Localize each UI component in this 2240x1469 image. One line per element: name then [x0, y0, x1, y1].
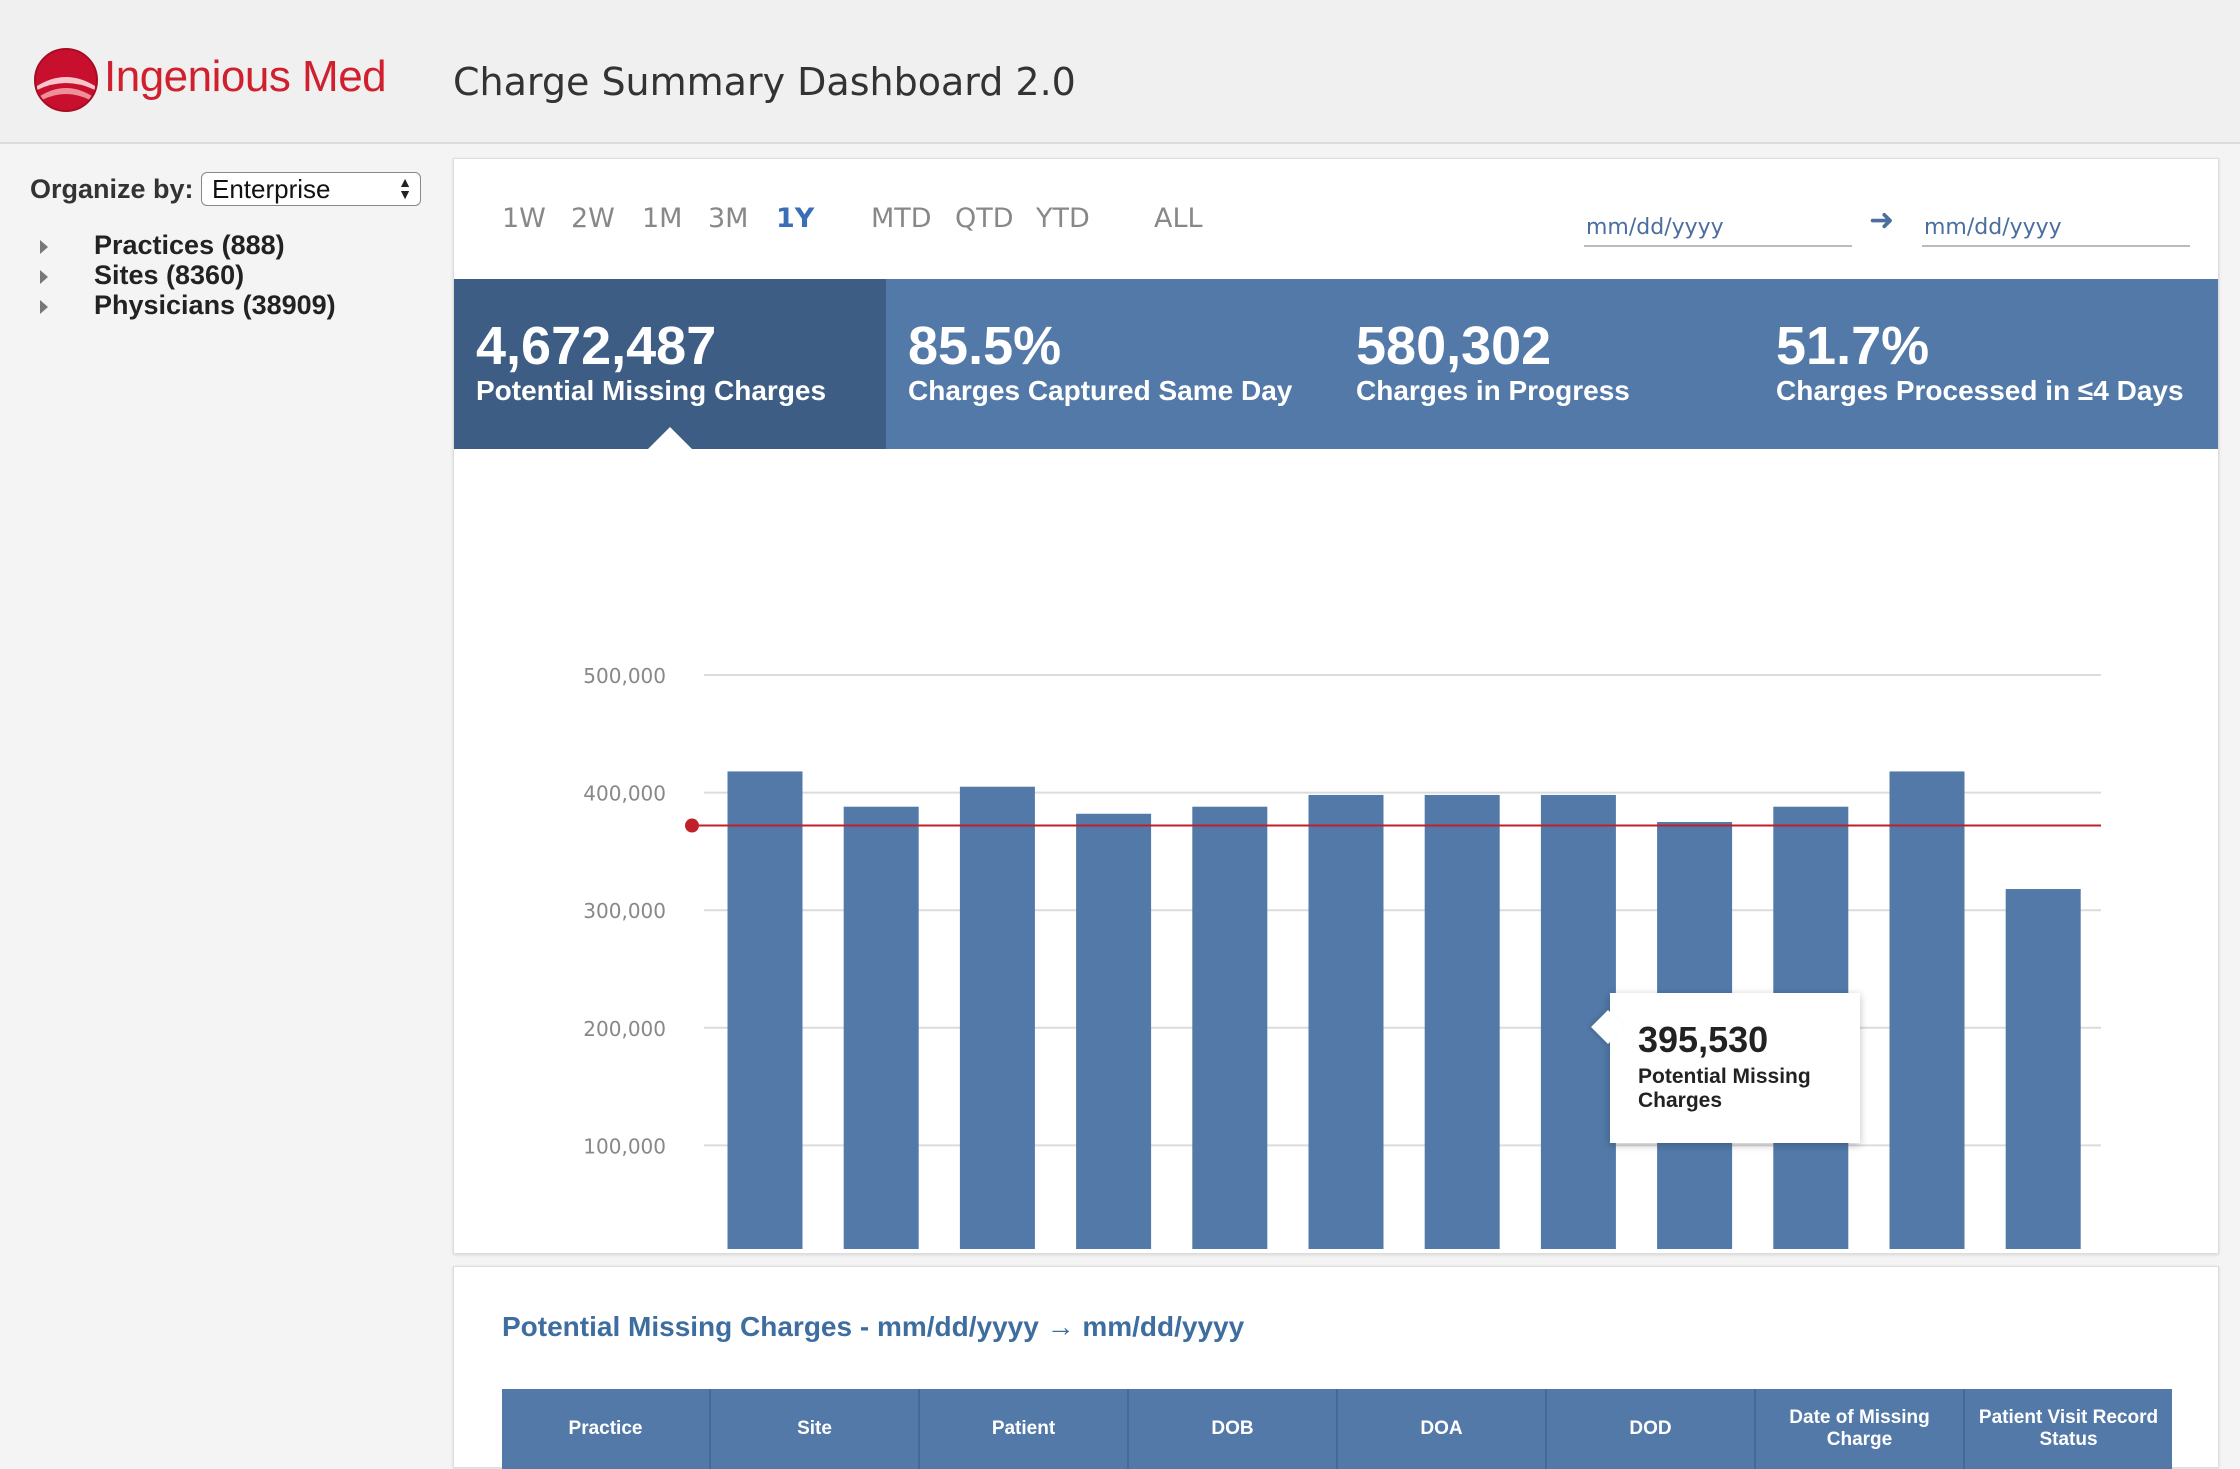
- app-header: Ingenious Med Charge Summary Dashboard 2…: [0, 0, 2240, 144]
- sidebar: Organize by: Enterprise ▲ ▼ Practices (88…: [0, 144, 440, 1458]
- y-tick-label: 400,000: [583, 782, 666, 806]
- chart-bar: [1308, 794, 1384, 1249]
- arrow-right-icon: ➜: [1869, 204, 1895, 237]
- column-header-patient[interactable]: Patient: [920, 1389, 1129, 1469]
- column-header-visit-record-status[interactable]: Patient Visit Record Status: [1965, 1389, 2172, 1469]
- caret-right-icon[interactable]: [40, 239, 48, 254]
- kpi-label: Potential Missing Charges: [476, 375, 827, 406]
- kpi-charges-processed-4-days[interactable]: 51.7% Charges Processed in ≤4 Days: [1754, 279, 2218, 449]
- chart-bar: [1076, 813, 1152, 1249]
- tab-qtd[interactable]: QTD: [955, 203, 1014, 234]
- tab-mtd[interactable]: MTD: [871, 203, 932, 234]
- chart-bar: [1192, 806, 1268, 1249]
- table-title: Potential Missing Charges - mm/dd/yyyy →…: [502, 1311, 1245, 1342]
- end-date-field[interactable]: mm/dd/yyyy: [1922, 209, 2190, 247]
- kpi-value: 85.5%: [908, 316, 1062, 376]
- y-tick-label: 500,000: [583, 664, 666, 688]
- kpi-value: 51.7%: [1776, 316, 1930, 376]
- kpi-active-pointer: [648, 427, 692, 449]
- chart-bar: [1889, 771, 1965, 1249]
- chart-bar: [2005, 889, 2081, 1249]
- caret-right-icon[interactable]: [40, 269, 48, 284]
- organize-label: Organize by:: [30, 174, 194, 204]
- tree-item-label: Physicians (38909): [94, 290, 336, 320]
- tree-item-practices[interactable]: Practices (888): [40, 230, 285, 261]
- table-header: Practice Site Patient DOB DOA DOD Date o…: [502, 1389, 2172, 1469]
- y-tick-label: 300,000: [583, 899, 666, 923]
- start-date-field[interactable]: mm/dd/yyyy: [1584, 209, 1852, 247]
- missing-charges-table-card: Potential Missing Charges - mm/dd/yyyy →…: [453, 1266, 2219, 1469]
- column-header-dod[interactable]: DOD: [1547, 1389, 1756, 1469]
- tab-1w[interactable]: 1W: [502, 203, 546, 234]
- page-title: Charge Summary Dashboard 2.0: [453, 60, 1076, 104]
- kpi-label: Charges Processed in ≤4 Days: [1776, 375, 2184, 406]
- chart-tooltip: 395,530 Potential Missing Charges: [1591, 993, 1860, 1143]
- caret-right-icon[interactable]: [40, 299, 48, 314]
- organize-select-value: Enterprise: [212, 174, 331, 204]
- chart-bar: [727, 771, 803, 1249]
- tab-2w[interactable]: 2W: [571, 203, 615, 234]
- tab-1m[interactable]: 1M: [642, 203, 682, 234]
- kpi-bar: 4,672,487 Potential Missing Charges 85.5…: [454, 279, 2218, 449]
- select-arrows-icon: ▲ ▼: [398, 174, 412, 202]
- chart-bar: [959, 786, 1035, 1249]
- column-header-date-of-missing-charge[interactable]: Date of Missing Charge: [1756, 1389, 1965, 1469]
- ingenious-med-logo: [34, 48, 98, 112]
- kpi-value: 4,672,487: [476, 316, 717, 376]
- tooltip-value: 395,530: [1638, 1019, 1769, 1060]
- kpi-potential-missing-charges[interactable]: 4,672,487 Potential Missing Charges: [454, 279, 886, 449]
- tree-item-sites[interactable]: Sites (8360): [40, 260, 244, 291]
- kpi-charges-captured-same-day[interactable]: 85.5% Charges Captured Same Day: [886, 279, 1334, 449]
- organize-select[interactable]: Enterprise ▲ ▼: [201, 172, 421, 206]
- brand-name: Ingenious Med: [104, 52, 387, 101]
- kpi-label: Charges Captured Same Day: [908, 375, 1293, 406]
- y-tick-label: 200,000: [583, 1017, 666, 1041]
- column-header-practice[interactable]: Practice: [502, 1389, 711, 1469]
- tab-all[interactable]: ALL: [1154, 203, 1203, 234]
- column-header-doa[interactable]: DOA: [1338, 1389, 1547, 1469]
- tree-item-label: Practices (888): [94, 230, 285, 260]
- kpi-value: 580,302: [1356, 316, 1552, 376]
- column-header-site[interactable]: Site: [711, 1389, 920, 1469]
- column-header-dob[interactable]: DOB: [1129, 1389, 1338, 1469]
- tooltip-label: Potential Missing Charges: [1638, 1065, 1811, 1112]
- kpi-label: Charges in Progress: [1356, 375, 1630, 406]
- chart-bar: [843, 806, 919, 1249]
- bar-chart: 0100,000200,000300,000400,000500,000Mar2…: [583, 664, 2101, 1249]
- average-line-marker: [685, 818, 699, 833]
- chart-bar: [1424, 794, 1500, 1249]
- summary-card: 1W 2W 1M 3M 1Y MTD QTD YTD ALL mm/dd/yyy…: [453, 158, 2219, 1254]
- kpi-charges-in-progress[interactable]: 580,302 Charges in Progress: [1334, 279, 1754, 449]
- end-date-placeholder: mm/dd/yyyy: [1924, 215, 2062, 240]
- tab-3m[interactable]: 3M: [708, 203, 748, 234]
- tab-ytd[interactable]: YTD: [1036, 203, 1090, 234]
- tree-item-physicians[interactable]: Physicians (38909): [40, 290, 336, 321]
- tab-1y[interactable]: 1Y: [776, 203, 814, 234]
- y-tick-label: 100,000: [583, 1134, 666, 1158]
- start-date-placeholder: mm/dd/yyyy: [1586, 215, 1724, 240]
- tree-item-label: Sites (8360): [94, 260, 245, 290]
